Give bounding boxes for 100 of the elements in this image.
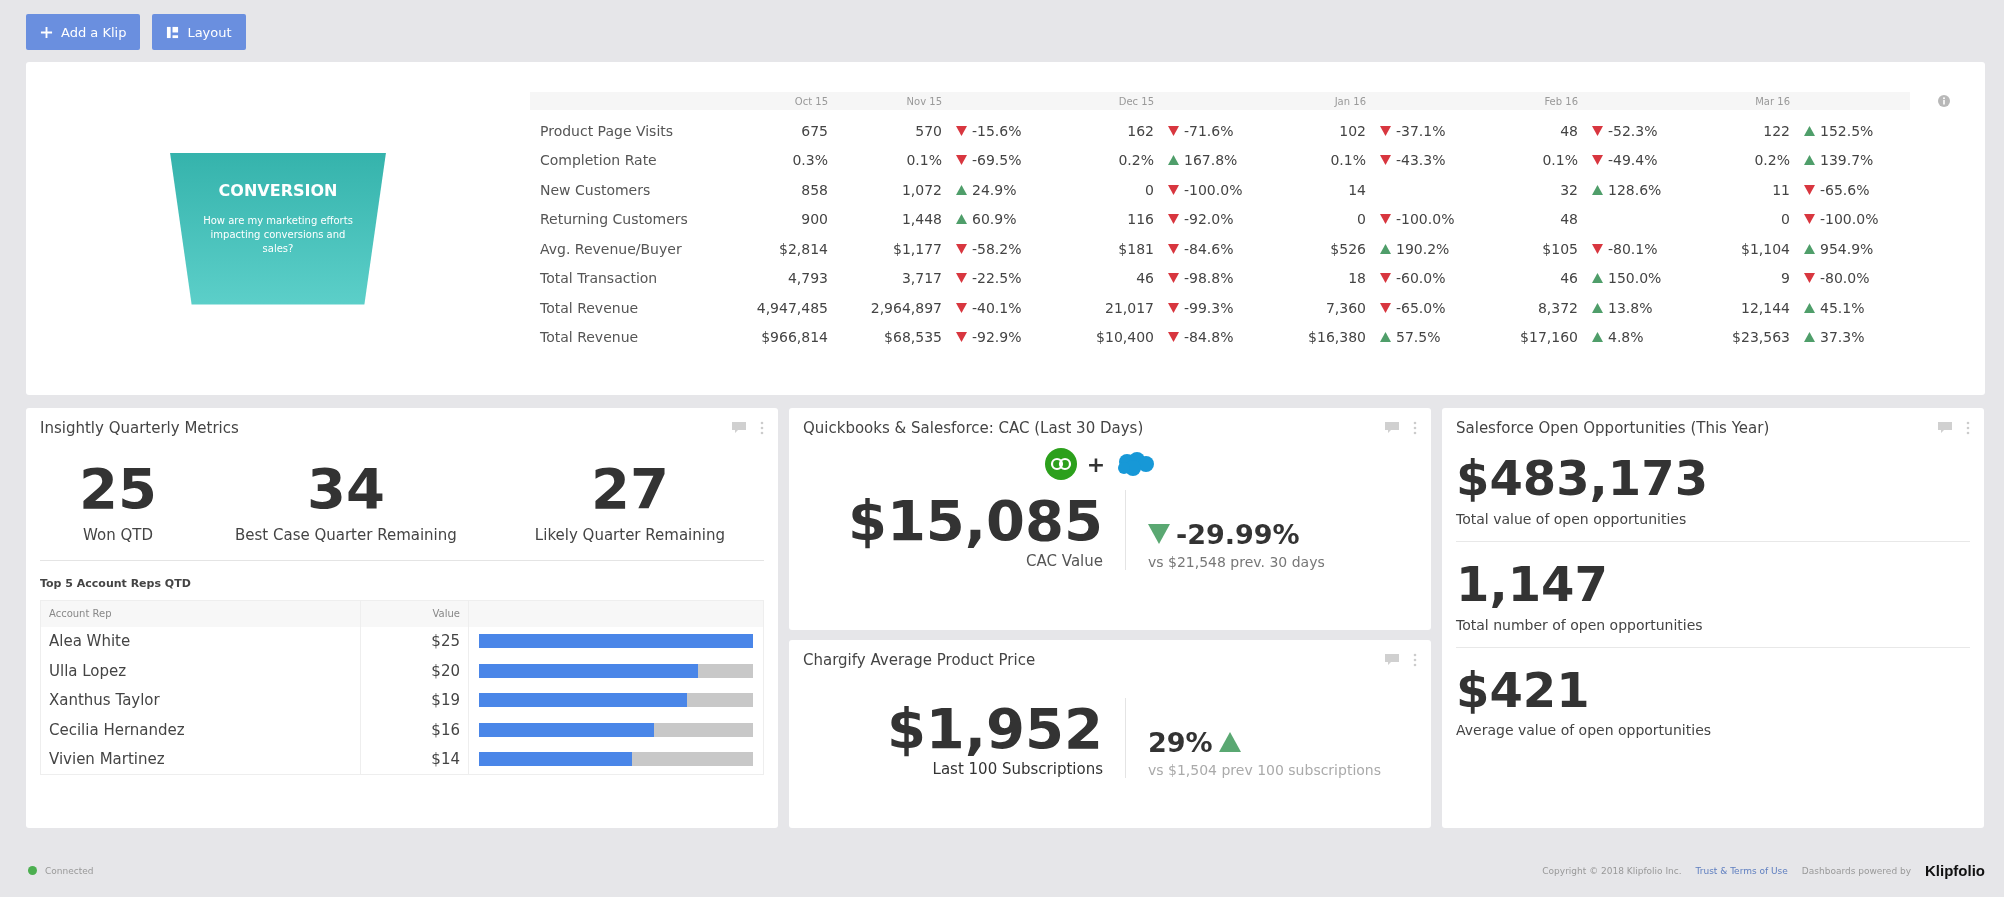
- change-value: 150.0%: [1608, 270, 1662, 287]
- change-value: -29.99%: [1176, 518, 1300, 550]
- change-value: 190.2%: [1396, 240, 1450, 257]
- table-cell-text: $10,400: [1095, 329, 1155, 346]
- row-label: Completion Rate: [539, 152, 658, 169]
- table-cell-text: 2,964,897: [869, 299, 943, 316]
- change-value: -65.0%: [1396, 299, 1446, 316]
- more-icon[interactable]: [1413, 653, 1417, 667]
- column-header: Mar 16: [1754, 95, 1791, 107]
- metric-value: 1,147: [1456, 557, 1609, 611]
- change-value: -100.0%: [1820, 211, 1879, 228]
- table-cell-text: $966,814: [760, 329, 829, 346]
- row-label: Returning Customers: [539, 211, 689, 228]
- table-cell-text: 0.1%: [1541, 152, 1579, 169]
- change-value: 60.9%: [972, 211, 1017, 228]
- more-icon[interactable]: [760, 421, 764, 435]
- more-icon[interactable]: [1966, 421, 1970, 435]
- table-cell-text: 570: [914, 122, 943, 139]
- comment-icon[interactable]: [1938, 422, 1952, 434]
- comment-icon[interactable]: [1385, 422, 1399, 434]
- table-cell-text: 0.1%: [1329, 152, 1367, 169]
- change-value: -69.5%: [972, 152, 1022, 169]
- comment-icon[interactable]: [732, 422, 746, 434]
- table-cell-text: 102: [1338, 122, 1367, 139]
- table-cell-text: $1,104: [1740, 240, 1791, 257]
- table-cell-text: 46: [1559, 270, 1579, 287]
- layout-icon: [166, 25, 180, 39]
- row-label: Total Revenue: [539, 299, 640, 316]
- table-cell-text: 116: [1126, 211, 1155, 228]
- change-value: -80.0%: [1820, 270, 1870, 287]
- powered-by-text: Dashboards powered by: [1801, 865, 1911, 876]
- status-dot: [28, 866, 37, 875]
- change-value: -43.3%: [1396, 152, 1446, 169]
- toolbar-button[interactable]: Layout: [152, 14, 246, 50]
- table-cell-text: 48: [1559, 211, 1579, 228]
- table-cell: $19: [361, 685, 469, 716]
- table-cell-text: 122: [1762, 122, 1791, 139]
- table-cell-text: 0.3%: [791, 152, 829, 169]
- change-value: -52.3%: [1608, 122, 1658, 139]
- table-cell-text: 858: [800, 181, 829, 198]
- column-header: Account Rep: [41, 600, 361, 627]
- change-value: 128.6%: [1608, 181, 1662, 198]
- change-value: -15.6%: [972, 122, 1022, 139]
- change-value: -98.8%: [1184, 270, 1234, 287]
- comparison-text: vs $21,548 prev. 30 days: [1148, 553, 1325, 570]
- change-value: -92.9%: [972, 329, 1022, 346]
- klip-title: Insightly Quarterly Metrics: [40, 419, 239, 437]
- change-value: 139.7%: [1820, 152, 1874, 169]
- change-value: -100.0%: [1184, 181, 1243, 198]
- change-value: 57.5%: [1396, 329, 1441, 346]
- table-cell: $20: [361, 656, 469, 686]
- table-cell-text: 0.1%: [905, 152, 943, 169]
- klip-title: Quickbooks & Salesforce: CAC (Last 30 Days): [803, 419, 1144, 437]
- table-cell-text: 0.2%: [1117, 152, 1155, 169]
- table-cell-text: 48: [1559, 122, 1579, 139]
- row-label: New Customers: [539, 181, 652, 198]
- column-header: Value: [361, 600, 469, 627]
- table-cell-text: 4,793: [786, 270, 829, 287]
- row-label: Total Transaction: [539, 270, 659, 287]
- toolbar-button[interactable]: Add a Klip: [26, 14, 141, 50]
- table-cell-text: 12,144: [1740, 299, 1791, 316]
- table-cell-text: 46: [1135, 270, 1155, 287]
- metric-label: Average value of open opportunities: [1456, 722, 1713, 739]
- table-cell-text: 9: [1780, 270, 1791, 287]
- info-icon[interactable]: [1938, 95, 1950, 107]
- table-cell-text: $181: [1117, 240, 1155, 257]
- table-cell: Alea White: [41, 626, 361, 657]
- klip-title: Chargify Average Product Price: [803, 651, 1036, 669]
- table-cell-text: $526: [1329, 240, 1367, 257]
- change-value: 29%: [1148, 726, 1213, 758]
- banner-description: How are my marketing efforts impacting conversions and sales?: [203, 213, 353, 256]
- table-cell-text: 162: [1126, 122, 1155, 139]
- banner-title: CONVERSION: [218, 180, 338, 200]
- kpi-label: Likely Quarter Remaining: [534, 525, 725, 544]
- change-value: -49.4%: [1608, 152, 1658, 169]
- table-cell: Ulla Lopez: [41, 656, 361, 686]
- table-cell-text: 18: [1347, 270, 1367, 287]
- change-value: 24.9%: [972, 181, 1017, 198]
- table-cell-text: $1,177: [892, 240, 943, 257]
- change-value: 45.1%: [1820, 299, 1865, 316]
- table-cell-text: 32: [1559, 181, 1579, 198]
- terms-link[interactable]: Trust & Terms of Use: [1695, 865, 1788, 876]
- more-icon[interactable]: [1413, 421, 1417, 435]
- table-cell-text: $105: [1541, 240, 1579, 257]
- comment-icon[interactable]: [1385, 654, 1399, 666]
- table-cell-text: 0: [1144, 181, 1155, 198]
- table-cell-text: 21,017: [1104, 299, 1155, 316]
- metric-value: $15,085: [847, 490, 1103, 552]
- change-value: -84.8%: [1184, 329, 1234, 346]
- change-value: 152.5%: [1820, 122, 1874, 139]
- kpi-label: Won QTD: [83, 525, 153, 544]
- table-cell-text: $23,563: [1731, 329, 1791, 346]
- metric-label: CAC Value: [1026, 551, 1103, 570]
- table-cell-text: 0: [1356, 211, 1367, 228]
- row-label: Total Revenue: [539, 329, 640, 346]
- metric-value: $421: [1456, 663, 1591, 717]
- table-cell-text: 8,372: [1536, 299, 1579, 316]
- change-value: -37.1%: [1396, 122, 1446, 139]
- copyright-text: Copyright © 2018 Klipfolio Inc.: [1542, 865, 1682, 876]
- change-value: -84.6%: [1184, 240, 1234, 257]
